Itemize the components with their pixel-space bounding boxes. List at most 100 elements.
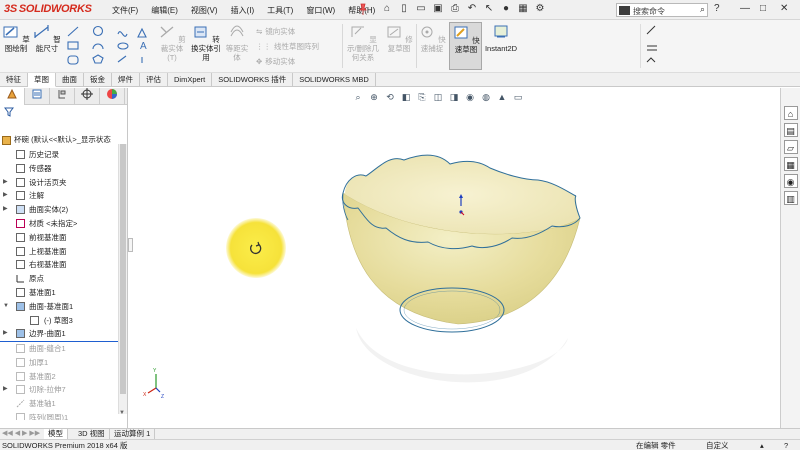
save-icon[interactable]: ▣: [431, 2, 445, 16]
open-icon[interactable]: ▭: [414, 2, 428, 16]
tree-item-thicken1[interactable]: 加厚1: [0, 356, 118, 370]
view-palette-icon[interactable]: ▦: [783, 157, 798, 171]
expand-arrow-icon[interactable]: ▶: [3, 383, 10, 396]
plane-icon: [16, 232, 25, 242]
tree-item-plane1[interactable]: 基准面1: [0, 286, 118, 300]
custom-properties-icon[interactable]: ▥: [783, 191, 798, 205]
tree-item-cut-extrude7[interactable]: ▶ 切除-拉伸7: [0, 383, 118, 397]
new-document-icon[interactable]: ▯: [397, 2, 411, 16]
design-library-icon[interactable]: ▤: [783, 123, 798, 137]
part-root-node[interactable]: 杯碗 (默认<<默认>_显示状态: [2, 134, 118, 146]
tab-dimxpert[interactable]: DimXpert: [168, 73, 213, 87]
menu-file[interactable]: 文件(F): [112, 5, 138, 16]
tree-item-sensors[interactable]: 传感器: [0, 162, 118, 176]
tree-item-axis1[interactable]: 基准轴1: [0, 397, 118, 411]
configuration-manager-tab-icon[interactable]: [50, 88, 75, 105]
convert-entities-button[interactable]: 转换实体引用: [190, 24, 222, 62]
expand-arrow-icon[interactable]: ▶: [3, 176, 10, 189]
offset-entities-button[interactable]: 等距实体: [224, 24, 250, 62]
search-mode-icon[interactable]: [619, 6, 630, 15]
dimxpert-manager-tab-icon[interactable]: [75, 88, 100, 105]
expand-arrow-icon[interactable]: ▶: [3, 327, 10, 340]
scroll-down-icon[interactable]: ▼: [119, 410, 125, 416]
restore-button[interactable]: □: [760, 3, 766, 14]
print-icon[interactable]: ⎙: [448, 2, 462, 16]
tab-addins[interactable]: SOLIDWORKS 插件: [212, 73, 294, 87]
minimize-button[interactable]: —: [740, 3, 750, 14]
tab-scroll-arrows-icon[interactable]: ◀◀ ◀ ▶ ▶▶: [2, 429, 40, 437]
tree-item-circular-pattern1[interactable]: 阵列(圆周)1: [0, 411, 118, 420]
rebuild-icon[interactable]: ▦: [516, 2, 530, 16]
feature-tree-tab-icon[interactable]: [0, 88, 25, 105]
help-status-icon[interactable]: ?: [784, 440, 788, 451]
display-relations-button[interactable]: 显示/删除几何关系: [345, 24, 381, 62]
tab-features[interactable]: 特征: [0, 73, 28, 87]
product-version-text: SOLIDWORKS Premium 2018 x64 版: [2, 441, 128, 450]
units-dropdown-icon[interactable]: ▴: [760, 440, 764, 451]
menu-view[interactable]: 视图(V): [191, 5, 218, 16]
expand-arrow-icon[interactable]: ▶: [3, 189, 10, 202]
tree-item-surface-plane1[interactable]: ▼ 曲面-基准面1: [0, 300, 118, 314]
tree-item-origin[interactable]: 原点: [0, 272, 118, 286]
tree-item-plane2[interactable]: 基准面2: [0, 370, 118, 384]
rapid-sketch-button[interactable]: 快速草图: [449, 22, 482, 70]
expand-icon: [646, 57, 656, 63]
tab-evaluate[interactable]: 评估: [140, 73, 168, 87]
tab-weldments[interactable]: 焊件: [112, 73, 140, 87]
file-explorer-icon[interactable]: ▱: [783, 140, 798, 154]
scrollbar-thumb[interactable]: [120, 144, 126, 394]
home-icon[interactable]: ⌂: [380, 2, 394, 16]
tree-item-surface-bodies[interactable]: ▶ 曲面实体(2): [0, 203, 118, 217]
graphics-area[interactable]: ⌕ ⊕ ⟲ ◧ ⎘ ◫ ◨ ◉ ◍ ▲ ▭ Y X Z: [128, 88, 780, 428]
move-entities-button[interactable]: ✥ 移动实体: [256, 56, 295, 67]
tree-item-front-plane[interactable]: 前视基准面: [0, 231, 118, 245]
sketch-tools-group: A: [66, 25, 156, 69]
tree-item-knit1[interactable]: 曲面-缝合1: [0, 342, 118, 356]
cut-extrude-icon: [16, 385, 25, 395]
tree-item-annotations[interactable]: ▶ 注解: [0, 189, 118, 203]
solidworks-logo[interactable]: 3S SOLIDWORKS: [4, 3, 92, 15]
solidworks-resources-icon[interactable]: ⌂: [783, 106, 798, 120]
property-manager-tab-icon[interactable]: [25, 88, 50, 105]
filter-icon[interactable]: [4, 107, 14, 119]
tree-item-sketch3[interactable]: (-) 草图3: [0, 314, 118, 328]
close-button[interactable]: ✕: [780, 3, 788, 14]
sketch-button[interactable]: 草图绘制: [2, 24, 30, 53]
quick-snaps-button[interactable]: 快速捕捉: [418, 24, 446, 53]
search-commands-input[interactable]: 搜索命令 ⌕: [616, 3, 708, 17]
smart-dimension-button[interactable]: 智能尺寸: [32, 24, 62, 53]
menu-insert[interactable]: 插入(I): [231, 5, 255, 16]
tab-mbd[interactable]: SOLIDWORKS MBD: [293, 73, 376, 87]
undo-icon[interactable]: ↶: [465, 2, 479, 16]
pin-icon[interactable]: [358, 3, 368, 15]
expand-arrow-icon[interactable]: ▶: [3, 203, 10, 216]
tree-item-boundary-surface1[interactable]: ▶ 边界-曲面1: [0, 327, 118, 341]
tab-sheet-metal[interactable]: 钣金: [84, 73, 112, 87]
trim-entities-button[interactable]: 剪裁实体(T): [158, 24, 186, 62]
menu-window[interactable]: 窗口(W): [306, 5, 335, 16]
tree-item-history[interactable]: 历史记录: [0, 148, 118, 162]
instant2d-button[interactable]: Instant2D: [484, 24, 518, 53]
repair-sketch-button[interactable]: 修复草图: [384, 24, 414, 53]
select-arrow-icon[interactable]: ↖: [482, 2, 496, 16]
units-selector[interactable]: 自定义: [706, 440, 729, 451]
display-manager-tab-icon[interactable]: [100, 88, 125, 105]
mirror-entities-button[interactable]: ⇋ 镜向实体: [256, 26, 295, 37]
tree-scrollbar[interactable]: [118, 144, 127, 414]
menu-tools[interactable]: 工具(T): [267, 5, 293, 16]
appearances-scenes-icon[interactable]: ◉: [783, 174, 798, 188]
traffic-light-icon[interactable]: ●: [499, 2, 513, 16]
help-icon[interactable]: ?: [714, 3, 720, 14]
tree-item-right-plane[interactable]: 右视基准面: [0, 258, 118, 272]
search-icon[interactable]: ⌕: [700, 4, 705, 15]
tree-item-design-binder[interactable]: ▶ 设计活页夹: [0, 176, 118, 190]
linear-pattern-button[interactable]: ⋮⋮ 线性草图阵列: [256, 41, 319, 52]
tab-sketch[interactable]: 草图: [28, 73, 56, 87]
collapse-arrow-icon[interactable]: ▼: [3, 300, 10, 313]
menu-edit[interactable]: 编辑(E): [151, 5, 178, 16]
options-gear-icon[interactable]: ⚙: [533, 2, 547, 16]
tree-item-material[interactable]: 材质 <未指定>: [0, 217, 118, 231]
tab-surfaces[interactable]: 曲面: [56, 73, 84, 87]
tree-item-top-plane[interactable]: 上视基准面: [0, 245, 118, 259]
task-pane: ⌂ ▤ ▱ ▦ ◉ ▥: [780, 88, 800, 428]
